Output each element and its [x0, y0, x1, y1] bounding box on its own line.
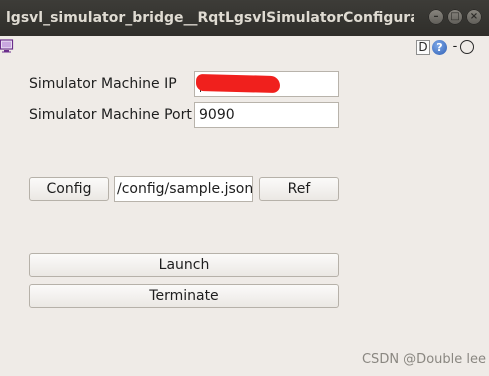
terminate-button[interactable]: Terminate — [29, 284, 339, 308]
maximize-button[interactable]: □ — [447, 9, 463, 25]
simulator-port-label: Simulator Machine Port — [29, 107, 192, 123]
dock-button[interactable]: D — [416, 40, 430, 55]
ref-button[interactable]: Ref — [259, 177, 339, 201]
window-title: lgsvl_simulator_bridge__RqtLgsvlSimulato… — [6, 10, 414, 26]
redaction-mark — [195, 73, 281, 94]
config-path-field[interactable]: /config/sample.json — [114, 176, 253, 202]
window-titlebar[interactable]: lgsvl_simulator_bridge__RqtLgsvlSimulato… — [0, 0, 489, 36]
simulator-ip-label: Simulator Machine IP — [29, 76, 177, 92]
simulator-port-field[interactable]: 9090 — [194, 102, 339, 128]
watermark: CSDN @Double lee — [361, 352, 486, 367]
help-icon[interactable]: ? — [432, 40, 447, 55]
launch-button[interactable]: Launch — [29, 253, 339, 277]
close-plugin-icon[interactable] — [460, 40, 474, 54]
monitor-icon[interactable] — [0, 39, 14, 53]
minimize-plugin-button[interactable]: - — [450, 39, 460, 55]
config-button[interactable]: Config — [29, 177, 109, 201]
minimize-button[interactable]: – — [428, 9, 444, 25]
close-button[interactable]: × — [466, 9, 482, 25]
